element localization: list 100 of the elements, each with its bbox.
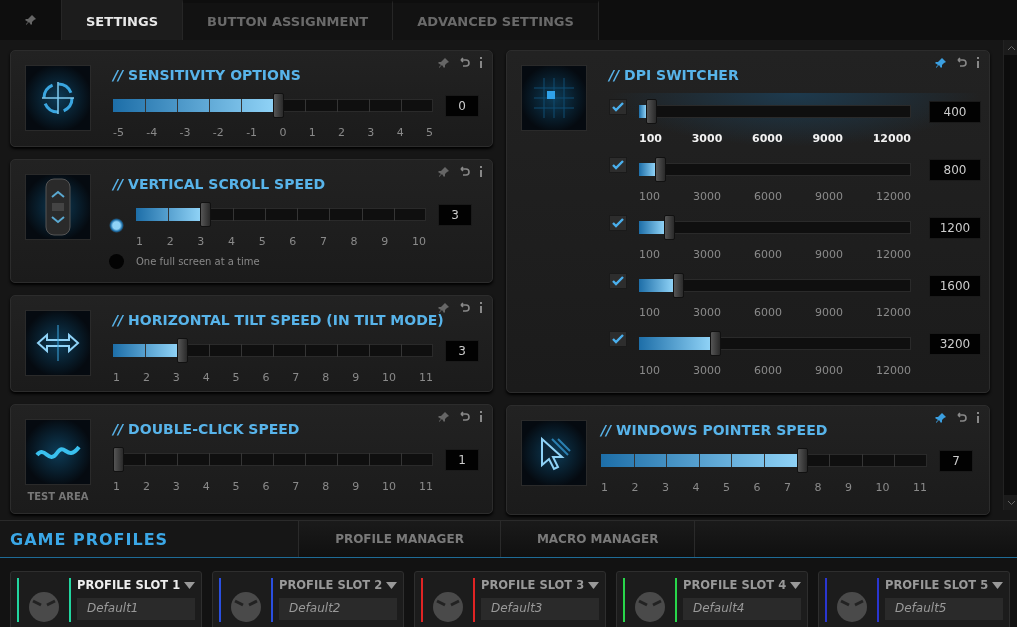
tab[interactable]: GAME PROFILES xyxy=(0,521,300,557)
slider-thumb[interactable] xyxy=(673,273,685,298)
value-field[interactable]: 800 xyxy=(929,158,981,181)
caret-icon[interactable] xyxy=(184,581,195,589)
tick-label: 6 xyxy=(262,371,270,384)
tick-label: 9 xyxy=(352,480,360,493)
slider-thumb[interactable] xyxy=(664,215,675,240)
radio-button[interactable] xyxy=(109,254,124,269)
tick-label: 4 xyxy=(202,480,210,493)
value-field[interactable]: 7 xyxy=(939,449,973,472)
tick-label: 3000 xyxy=(693,248,721,261)
tick-label: -2 xyxy=(212,126,224,139)
slider-thumb[interactable] xyxy=(796,448,808,473)
profile-slot[interactable]: PROFILE SLOT 3 Default3 xyxy=(414,571,606,627)
tick-label: 100 xyxy=(639,306,660,319)
undo-icon[interactable] xyxy=(955,57,967,69)
mouse-logo-icon xyxy=(836,590,868,622)
mouse-logo-icon xyxy=(634,590,666,622)
value-field[interactable]: 400 xyxy=(929,100,981,123)
card-title: // SENSITIVITY OPTIONS xyxy=(113,67,302,83)
tick-label: 11 xyxy=(418,371,433,384)
caret-icon[interactable] xyxy=(790,581,801,589)
tick-label: 6000 xyxy=(754,306,782,319)
caret-icon[interactable] xyxy=(588,581,599,589)
checkbox[interactable] xyxy=(609,215,627,231)
value-field[interactable]: 3 xyxy=(438,203,472,226)
tab[interactable]: SETTINGS xyxy=(62,0,184,40)
pin-icon[interactable] xyxy=(935,57,947,69)
slider-thumb[interactable] xyxy=(645,99,657,124)
test-area-label[interactable]: TEST AREA xyxy=(27,491,89,502)
slider-thumb[interactable] xyxy=(273,93,284,118)
pin-icon[interactable] xyxy=(438,166,450,178)
pin-icon[interactable] xyxy=(438,57,450,69)
undo-icon[interactable] xyxy=(458,57,470,69)
tick-label: 3000 xyxy=(693,364,721,377)
undo-icon[interactable] xyxy=(955,412,967,424)
tick-label: 5 xyxy=(425,126,433,139)
pin-icon[interactable] xyxy=(438,302,450,314)
undo-icon[interactable] xyxy=(458,302,470,314)
slider-thumb[interactable] xyxy=(709,331,721,356)
profile-name-field[interactable]: Default2 xyxy=(279,598,397,620)
slider-thumb[interactable] xyxy=(113,447,124,472)
tick-label: 8 xyxy=(322,480,330,493)
slider-thumb[interactable] xyxy=(655,157,667,182)
pin-icon[interactable] xyxy=(24,14,37,26)
dpi-row[interactable]: 3200 100 3000 6000 9000 12000 xyxy=(609,325,981,379)
scrollbar[interactable] xyxy=(1003,40,1017,510)
dpi-row[interactable]: 800 100 3000 6000 9000 12000 xyxy=(609,151,981,205)
double-arrow-icon xyxy=(35,323,81,363)
profile-slot[interactable]: PROFILE SLOT 1 Default1 xyxy=(10,571,202,627)
pin-icon[interactable] xyxy=(438,411,450,423)
value-field[interactable]: 1200 xyxy=(929,216,981,239)
tick-label: 10 xyxy=(382,371,396,384)
info-icon[interactable] xyxy=(478,302,484,314)
tick-label: 3000 xyxy=(693,190,721,203)
tick-label: 9000 xyxy=(812,132,843,145)
undo-icon[interactable] xyxy=(458,411,470,423)
check-icon xyxy=(612,334,624,344)
info-icon[interactable] xyxy=(478,411,484,423)
pin-icon[interactable] xyxy=(935,412,947,424)
info-icon[interactable] xyxy=(478,166,484,178)
profile-name-field[interactable]: Default5 xyxy=(885,598,1003,620)
info-icon[interactable] xyxy=(478,57,484,69)
checkbox[interactable] xyxy=(609,99,627,115)
value-field[interactable]: 1600 xyxy=(929,274,981,297)
caret-icon[interactable] xyxy=(992,581,1003,589)
dpi-row[interactable]: 1200 100 3000 6000 9000 12000 xyxy=(609,209,981,263)
undo-icon[interactable] xyxy=(458,166,470,178)
profile-name-field[interactable]: Default1 xyxy=(77,598,195,620)
value-field[interactable]: 3200 xyxy=(929,332,981,355)
tab[interactable]: PROFILE MANAGER xyxy=(299,521,501,557)
slider-thumb[interactable] xyxy=(200,202,212,227)
checkbox[interactable] xyxy=(609,273,627,289)
tick-label: 9 xyxy=(381,235,389,248)
caret-icon[interactable] xyxy=(386,581,397,589)
value-field[interactable]: 1 xyxy=(445,448,479,471)
tick-label: -5 xyxy=(113,126,124,139)
info-icon[interactable] xyxy=(975,412,981,424)
tick-label: -1 xyxy=(246,126,258,139)
tick-label: 7 xyxy=(784,481,791,494)
tick-label: 9000 xyxy=(815,190,843,203)
check-icon xyxy=(612,276,624,286)
checkbox[interactable] xyxy=(609,331,627,347)
tick-label: 8 xyxy=(814,481,822,494)
tick-label: 4 xyxy=(227,235,235,248)
value-field[interactable]: 3 xyxy=(445,339,479,362)
profile-slot[interactable]: PROFILE SLOT 2 Default2 xyxy=(212,571,404,627)
tick-label: 1 xyxy=(113,480,120,493)
profile-slot[interactable]: PROFILE SLOT 4 Default4 xyxy=(616,571,808,627)
info-icon[interactable] xyxy=(975,57,981,69)
slider-thumb[interactable] xyxy=(177,338,188,363)
profile-name-field[interactable]: Default4 xyxy=(683,598,801,620)
dpi-row[interactable]: 1600 100 3000 6000 9000 12000 xyxy=(609,267,981,321)
checkbox[interactable] xyxy=(609,157,627,173)
profile-name-field[interactable]: Default3 xyxy=(481,598,599,620)
radio-button[interactable] xyxy=(109,217,124,233)
tab[interactable]: MACRO MANAGER xyxy=(500,521,696,557)
tick-label: 11 xyxy=(913,481,927,494)
value-field[interactable]: 0 xyxy=(445,94,479,117)
profile-slot[interactable]: PROFILE SLOT 5 Default5 xyxy=(818,571,1010,627)
